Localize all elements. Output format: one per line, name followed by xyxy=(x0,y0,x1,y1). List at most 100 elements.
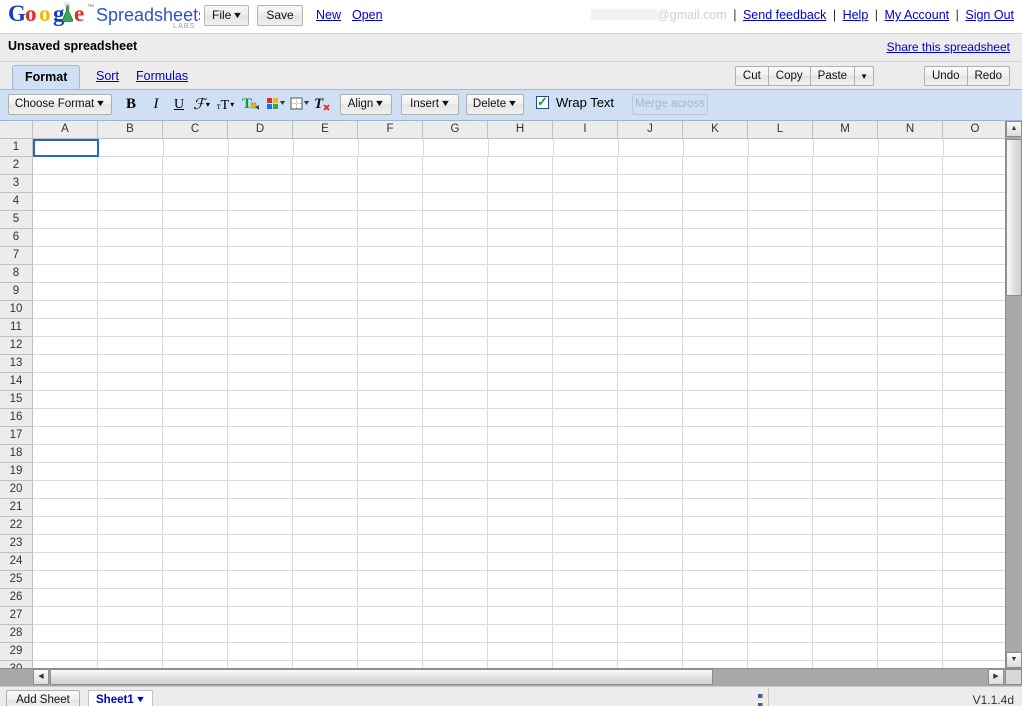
cell-o23[interactable] xyxy=(943,535,1008,553)
cell-g16[interactable] xyxy=(423,409,488,427)
cell-o8[interactable] xyxy=(943,265,1008,283)
cell-b27[interactable] xyxy=(98,607,163,625)
cell-l12[interactable] xyxy=(748,337,813,355)
cell-f28[interactable] xyxy=(358,625,423,643)
cell-k12[interactable] xyxy=(683,337,748,355)
cell-n28[interactable] xyxy=(878,625,943,643)
cell-k29[interactable] xyxy=(683,643,748,661)
cell-m30[interactable] xyxy=(813,661,878,668)
cell-a11[interactable] xyxy=(33,319,98,337)
cell-c29[interactable] xyxy=(163,643,228,661)
cell-d10[interactable] xyxy=(228,301,293,319)
cell-d13[interactable] xyxy=(228,355,293,373)
cell-c1[interactable] xyxy=(164,139,229,157)
cell-k2[interactable] xyxy=(683,157,748,175)
cell-k16[interactable] xyxy=(683,409,748,427)
cell-o5[interactable] xyxy=(943,211,1008,229)
cell-d25[interactable] xyxy=(228,571,293,589)
cell-h12[interactable] xyxy=(488,337,553,355)
cell-k27[interactable] xyxy=(683,607,748,625)
cell-l11[interactable] xyxy=(748,319,813,337)
cell-k19[interactable] xyxy=(683,463,748,481)
cell-j6[interactable] xyxy=(618,229,683,247)
text-color-icon[interactable]: T xyxy=(242,94,264,115)
cell-e12[interactable] xyxy=(293,337,358,355)
align-dropdown[interactable]: Align▼ xyxy=(340,94,392,115)
cell-b17[interactable] xyxy=(98,427,163,445)
cell-f10[interactable] xyxy=(358,301,423,319)
cell-n15[interactable] xyxy=(878,391,943,409)
cell-e4[interactable] xyxy=(293,193,358,211)
cell-f19[interactable] xyxy=(358,463,423,481)
row-header-27[interactable]: 27 xyxy=(0,607,32,625)
cell-o13[interactable] xyxy=(943,355,1008,373)
cell-e27[interactable] xyxy=(293,607,358,625)
tab-formulas[interactable]: Formulas xyxy=(124,65,200,89)
cell-m25[interactable] xyxy=(813,571,878,589)
cell-i13[interactable] xyxy=(553,355,618,373)
column-header-e[interactable]: E xyxy=(293,121,358,138)
cell-h10[interactable] xyxy=(488,301,553,319)
cell-d14[interactable] xyxy=(228,373,293,391)
column-header-d[interactable]: D xyxy=(228,121,293,138)
cell-m17[interactable] xyxy=(813,427,878,445)
cell-i5[interactable] xyxy=(553,211,618,229)
cell-l18[interactable] xyxy=(748,445,813,463)
cell-a4[interactable] xyxy=(33,193,98,211)
cell-a12[interactable] xyxy=(33,337,98,355)
cell-e19[interactable] xyxy=(293,463,358,481)
row-header-16[interactable]: 16 xyxy=(0,409,32,427)
cell-o3[interactable] xyxy=(943,175,1008,193)
cell-h7[interactable] xyxy=(488,247,553,265)
cell-b19[interactable] xyxy=(98,463,163,481)
cell-d4[interactable] xyxy=(228,193,293,211)
cell-o17[interactable] xyxy=(943,427,1008,445)
select-all-corner[interactable] xyxy=(0,121,33,138)
cell-c30[interactable] xyxy=(163,661,228,668)
row-header-19[interactable]: 19 xyxy=(0,463,32,481)
cell-j25[interactable] xyxy=(618,571,683,589)
cell-l20[interactable] xyxy=(748,481,813,499)
cell-c5[interactable] xyxy=(163,211,228,229)
cell-n21[interactable] xyxy=(878,499,943,517)
cell-g22[interactable] xyxy=(423,517,488,535)
column-header-j[interactable]: J xyxy=(618,121,683,138)
cell-o6[interactable] xyxy=(943,229,1008,247)
cell-e13[interactable] xyxy=(293,355,358,373)
cell-l7[interactable] xyxy=(748,247,813,265)
cell-d23[interactable] xyxy=(228,535,293,553)
cell-f1[interactable] xyxy=(359,139,424,157)
row-header-10[interactable]: 10 xyxy=(0,301,32,319)
cell-d7[interactable] xyxy=(228,247,293,265)
cell-h14[interactable] xyxy=(488,373,553,391)
cell-b22[interactable] xyxy=(98,517,163,535)
font-family-icon[interactable]: ℱ▾ xyxy=(192,94,210,115)
cell-j18[interactable] xyxy=(618,445,683,463)
cell-k10[interactable] xyxy=(683,301,748,319)
cell-k26[interactable] xyxy=(683,589,748,607)
cell-e15[interactable] xyxy=(293,391,358,409)
cell-d18[interactable] xyxy=(228,445,293,463)
save-button[interactable]: Save xyxy=(257,5,303,26)
clear-formatting-icon[interactable]: T xyxy=(313,94,333,115)
cell-l26[interactable] xyxy=(748,589,813,607)
cell-f27[interactable] xyxy=(358,607,423,625)
cell-j29[interactable] xyxy=(618,643,683,661)
cell-h9[interactable] xyxy=(488,283,553,301)
cell-k4[interactable] xyxy=(683,193,748,211)
cell-m10[interactable] xyxy=(813,301,878,319)
borders-icon[interactable] xyxy=(290,94,312,115)
cell-g28[interactable] xyxy=(423,625,488,643)
cell-n22[interactable] xyxy=(878,517,943,535)
cell-f17[interactable] xyxy=(358,427,423,445)
cell-j22[interactable] xyxy=(618,517,683,535)
cell-n8[interactable] xyxy=(878,265,943,283)
row-header-30[interactable]: 30 xyxy=(0,661,32,668)
cell-o4[interactable] xyxy=(943,193,1008,211)
cell-m4[interactable] xyxy=(813,193,878,211)
cell-h13[interactable] xyxy=(488,355,553,373)
cell-g13[interactable] xyxy=(423,355,488,373)
cell-m24[interactable] xyxy=(813,553,878,571)
cell-i28[interactable] xyxy=(553,625,618,643)
cell-c17[interactable] xyxy=(163,427,228,445)
